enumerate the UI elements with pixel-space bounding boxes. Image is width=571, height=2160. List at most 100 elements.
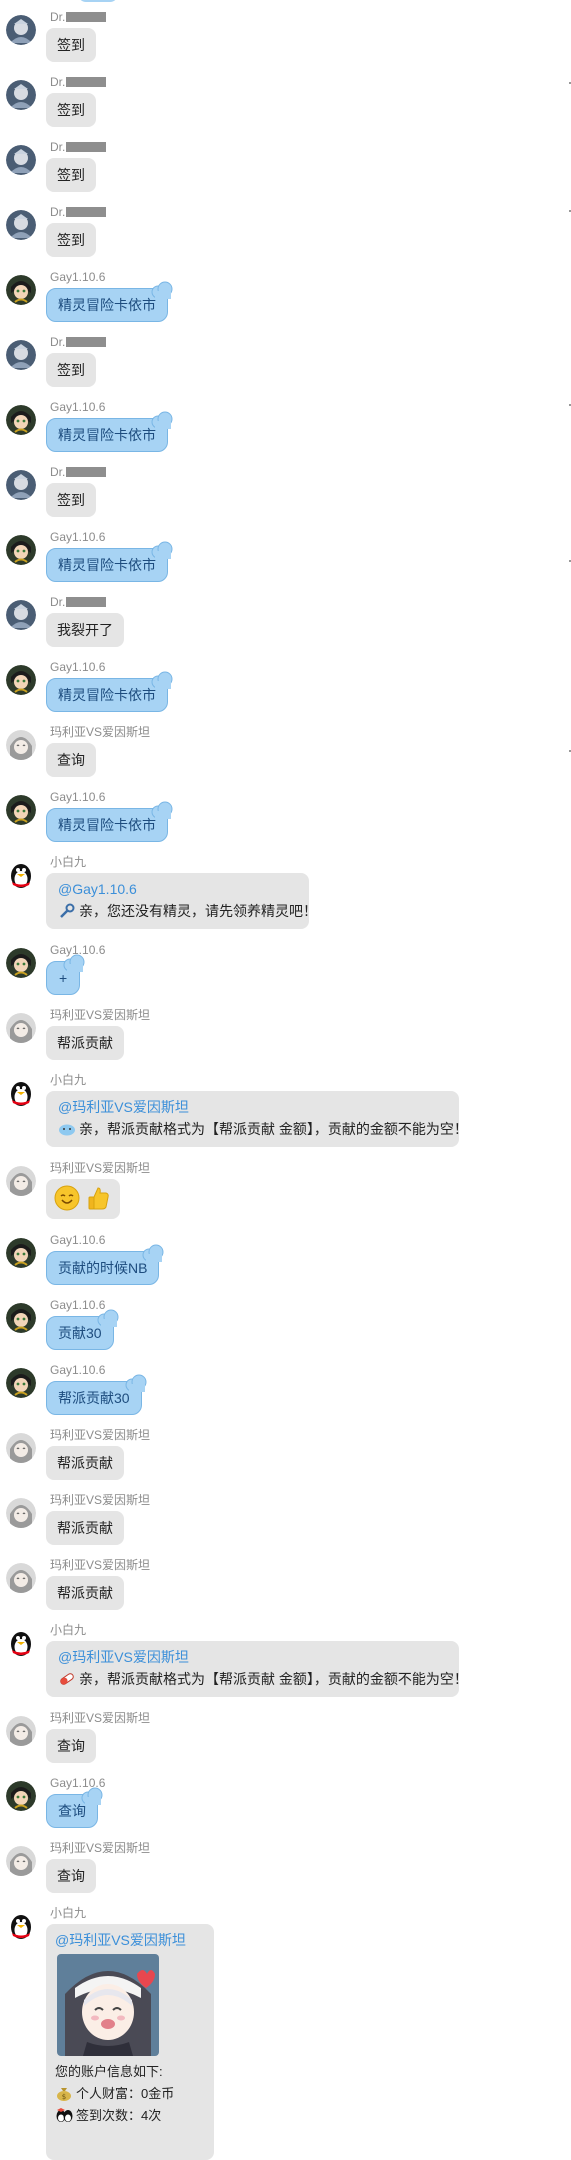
message-row: Dr. 签到 — [0, 465, 571, 525]
message-bubble[interactable]: 签到 — [46, 353, 96, 387]
message-row: Gay1.10.6 精灵冒险卡依市 — [0, 400, 571, 460]
mention[interactable]: @Gay1.10.6 — [58, 879, 297, 899]
avatar-bai[interactable] — [6, 1628, 36, 1658]
avatar-gay[interactable] — [6, 1368, 36, 1398]
avatar-bai[interactable] — [6, 1078, 36, 1108]
cloud-decoration-icon — [151, 801, 173, 819]
message-row: Dr. 签到 — [0, 140, 571, 200]
mention[interactable]: @玛利亚VS爱因斯坦 — [55, 1930, 205, 1950]
message-bubble[interactable]: 帮派贡献 — [46, 1576, 124, 1610]
redacted-name-bar — [66, 77, 107, 87]
avatar-mary[interactable] — [6, 1846, 36, 1876]
message-bubble[interactable]: @Gay1.10.6 亲，您还没有精灵，请先领养精灵吧！ — [46, 873, 317, 929]
message-bubble[interactable]: 查询 — [46, 743, 96, 777]
avatar-dr[interactable] — [6, 15, 36, 45]
avatar-dr[interactable] — [6, 210, 36, 240]
message-bubble[interactable]: 查询 — [46, 1859, 96, 1893]
message-bubble[interactable] — [46, 1179, 120, 1219]
sender-name: 玛利亚VS爱因斯坦 — [50, 1428, 151, 1442]
message-bubble[interactable]: @玛利亚VS爱因斯坦 亲，帮派贡献格式为【帮派贡献 金额】，贡献的金额不能为空！ — [46, 1641, 468, 1697]
avatar-bai[interactable] — [6, 860, 36, 890]
avatar-dr[interactable] — [6, 600, 36, 630]
avatar-gay[interactable] — [6, 1238, 36, 1268]
message-bubble[interactable]: 帮派贡献 — [46, 1511, 124, 1545]
previous-bubble-edge — [78, 0, 118, 2]
avatar-gay[interactable] — [6, 275, 36, 305]
chat-history[interactable]: Dr. 签到 Dr. 签到 Dr. 签到 Dr. 签到 Gay1.10.6 精灵… — [0, 0, 571, 2160]
avatar-gay[interactable] — [6, 1303, 36, 1333]
sender-name: Dr. — [50, 205, 107, 220]
avatar-gay[interactable] — [6, 795, 36, 825]
thumbs-up-emoji-icon — [88, 1187, 109, 1210]
message-bubble[interactable]: 签到 — [46, 483, 96, 517]
avatar-gay[interactable] — [6, 1781, 36, 1811]
avatar-dr[interactable] — [6, 145, 36, 175]
character-image[interactable] — [57, 1954, 159, 2056]
message-bubble[interactable]: 帮派贡献 — [46, 1026, 124, 1060]
cloud-decoration-icon — [97, 1309, 119, 1327]
message-row: 小白九 @玛利亚VS爱因斯坦 您的账户信息如下: $ 个人财富：0金币 签到次数：… — [0, 1906, 571, 2160]
message-bubble[interactable]: 精灵冒险卡依市 — [46, 281, 173, 322]
message-bubble[interactable]: 查询 — [46, 1787, 103, 1828]
message-bubble[interactable]: 精灵冒险卡依市 — [46, 801, 173, 842]
avatar-dr[interactable] — [6, 470, 36, 500]
message-row: Dr. 签到 — [0, 335, 571, 395]
message-bubble[interactable]: 签到 — [46, 93, 96, 127]
smile-emoji-icon — [54, 1185, 80, 1211]
avatar-mary[interactable] — [6, 730, 36, 760]
sender-name: Dr. — [50, 595, 107, 610]
sender-name: Dr. — [50, 75, 107, 90]
sender-name: 玛利亚VS爱因斯坦 — [50, 1161, 151, 1175]
avatar-bai[interactable] — [6, 1911, 36, 1941]
cloud-face-icon — [59, 1124, 75, 1136]
avatar-mary[interactable] — [6, 1716, 36, 1746]
message-row: 玛利亚VS爱因斯坦 帮派贡献 — [0, 1558, 571, 1618]
message-bubble[interactable]: 签到 — [46, 28, 96, 62]
message-row: Dr. 签到 — [0, 10, 571, 70]
sender-name: 玛利亚VS爱因斯坦 — [50, 1493, 151, 1507]
avatar-mary[interactable] — [6, 1433, 36, 1463]
message-row: Dr. 我裂开了 — [0, 595, 571, 655]
message-bubble[interactable]: 贡献30 — [46, 1309, 119, 1350]
message-row: 玛利亚VS爱因斯坦 — [0, 1161, 571, 1231]
avatar-gay[interactable] — [6, 665, 36, 695]
message-bubble[interactable]: 签到 — [46, 158, 96, 192]
message-row: Dr. 签到 — [0, 205, 571, 265]
avatar-dr[interactable] — [6, 340, 36, 370]
message-bubble[interactable]: 帮派贡献 — [46, 1446, 124, 1480]
avatar-dr[interactable] — [6, 80, 36, 110]
message-bubble[interactable]: @玛利亚VS爱因斯坦 您的账户信息如下: $ 个人财富：0金币 签到次数：4次 — [46, 1924, 214, 2160]
cloud-decoration-icon — [151, 541, 173, 559]
message-bubble[interactable]: 精灵冒险卡依市 — [46, 411, 173, 452]
avatar-mary[interactable] — [6, 1166, 36, 1196]
message-bubble[interactable]: + — [46, 954, 85, 995]
message-bubble[interactable]: @玛利亚VS爱因斯坦 亲，帮派贡献格式为【帮派贡献 金额】，贡献的金额不能为空！ — [46, 1091, 468, 1147]
message-bubble[interactable]: 精灵冒险卡依市 — [46, 671, 173, 712]
message-row: 玛利亚VS爱因斯坦 帮派贡献 — [0, 1428, 571, 1488]
message-bubble[interactable]: 精灵冒险卡依市 — [46, 541, 173, 582]
avatar-mary[interactable] — [6, 1563, 36, 1593]
message-bubble[interactable]: 查询 — [46, 1729, 96, 1763]
message-row: 小白九 @玛利亚VS爱因斯坦 亲，帮派贡献格式为【帮派贡献 金额】，贡献的金额不… — [0, 1073, 571, 1158]
mention[interactable]: @玛利亚VS爱因斯坦 — [58, 1097, 447, 1117]
mention[interactable]: @玛利亚VS爱因斯坦 — [58, 1647, 447, 1667]
message-row: 小白九 @玛利亚VS爱因斯坦 亲，帮派贡献格式为【帮派贡献 金额】，贡献的金额不… — [0, 1623, 571, 1708]
avatar-gay[interactable] — [6, 948, 36, 978]
avatar-gay[interactable] — [6, 535, 36, 565]
message-row: 小白九 @Gay1.10.6 亲，您还没有精灵，请先领养精灵吧！ — [0, 855, 571, 940]
message-bubble[interactable]: 贡献的时候NB — [46, 1244, 164, 1285]
message-row: Dr. 签到 — [0, 75, 571, 135]
avatar-gay[interactable] — [6, 405, 36, 435]
avatar-mary[interactable] — [6, 1013, 36, 1043]
sender-name: Gay1.10.6 — [50, 270, 106, 284]
message-row: Gay1.10.6 精灵冒险卡依市 — [0, 530, 571, 590]
message-bubble[interactable]: 我裂开了 — [46, 613, 124, 647]
sender-name: Gay1.10.6 — [50, 1233, 106, 1247]
message-bubble[interactable]: 签到 — [46, 223, 96, 257]
avatar-mary[interactable] — [6, 1498, 36, 1528]
cloud-decoration-icon — [63, 954, 85, 972]
message-bubble[interactable]: 帮派贡献30 — [46, 1374, 147, 1415]
redacted-name-bar — [66, 467, 107, 477]
message-row: Gay1.10.6 + — [0, 943, 571, 1003]
sender-name: Gay1.10.6 — [50, 530, 106, 544]
